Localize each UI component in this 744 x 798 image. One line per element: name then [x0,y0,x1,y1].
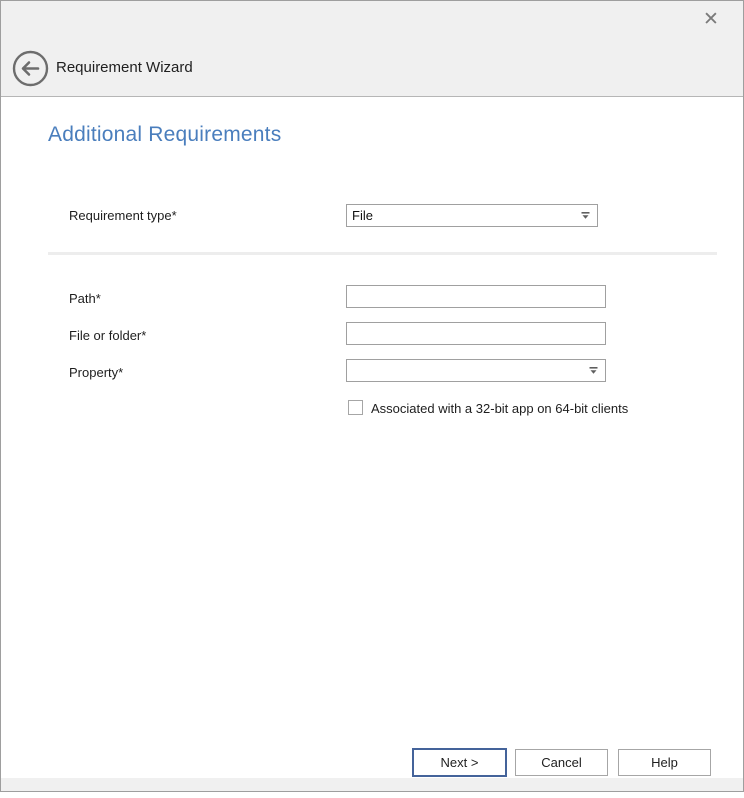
property-dropdown[interactable] [346,359,606,382]
requirement-wizard-dialog: ✕ Requirement Wizard Additional Requirem… [0,0,744,798]
path-label: Path* [69,291,101,306]
section-divider [48,252,717,255]
path-input[interactable] [346,285,606,308]
file-or-folder-input[interactable] [346,322,606,345]
back-button[interactable] [12,50,49,87]
requirement-type-value: File [352,208,373,223]
wizard-header: ✕ Requirement Wizard [1,1,743,97]
requirement-type-label: Requirement type* [69,208,177,223]
chevron-down-icon [588,362,599,380]
wizard-title: Requirement Wizard [56,59,193,76]
help-button[interactable]: Help [618,749,711,776]
close-icon: ✕ [703,9,719,30]
back-arrow-icon [12,75,49,90]
requirement-type-dropdown[interactable]: File [346,204,598,227]
file-or-folder-label: File or folder* [69,328,146,343]
chevron-down-icon [580,207,591,225]
associated-32bit-checkbox[interactable] [348,400,363,415]
wizard-window: ✕ Requirement Wizard Additional Requirem… [0,0,744,792]
page-title: Additional Requirements [48,123,281,147]
property-label: Property* [69,365,123,380]
window-resize-strip [1,778,743,791]
cancel-button[interactable]: Cancel [515,749,608,776]
associated-32bit-checkbox-label: Associated with a 32-bit app on 64-bit c… [371,401,628,416]
next-button[interactable]: Next > [412,748,507,777]
close-button[interactable]: ✕ [697,7,725,33]
